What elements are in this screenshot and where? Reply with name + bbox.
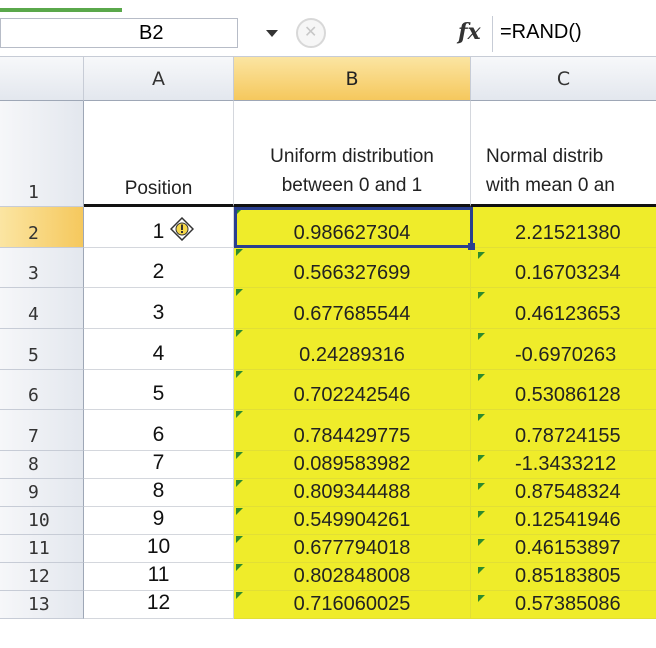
cell-b[interactable]: 0.784429775 xyxy=(234,410,471,451)
name-box[interactable]: B2 xyxy=(0,18,238,48)
row-header[interactable]: 10 xyxy=(0,507,84,535)
row-header[interactable]: 8 xyxy=(0,451,84,479)
cell-c[interactable]: -1.3433212 xyxy=(471,451,656,479)
error-triangle-icon xyxy=(478,292,485,299)
row-header[interactable]: 9 xyxy=(0,479,84,507)
error-triangle-icon xyxy=(236,536,243,543)
formula-input[interactable]: =RAND() xyxy=(500,21,582,44)
formula-bar: B2 ✕ fx =RAND() xyxy=(0,12,656,57)
row-header[interactable]: 11 xyxy=(0,535,84,563)
cell-c[interactable]: 0.12541946 xyxy=(471,507,656,535)
insert-function-button[interactable]: fx xyxy=(458,19,481,45)
cell-c[interactable]: 0.46123653 xyxy=(471,288,656,329)
cell-b[interactable]: 0.986627304 xyxy=(234,207,471,248)
column-header-b[interactable]: B xyxy=(234,57,471,101)
error-triangle-icon xyxy=(236,289,243,296)
column-header-c[interactable]: C xyxy=(471,57,656,101)
row-header[interactable]: 3 xyxy=(0,248,84,288)
warning-diamond-icon[interactable] xyxy=(170,217,194,241)
cell-a[interactable]: 5 xyxy=(84,370,234,410)
cell-b[interactable]: 0.716060025 xyxy=(234,591,471,619)
error-triangle-icon xyxy=(236,330,243,337)
row-header[interactable]: 7 xyxy=(0,410,84,451)
cell-a[interactable]: 11 xyxy=(84,563,234,591)
error-triangle-icon xyxy=(236,480,243,487)
error-triangle-icon xyxy=(236,411,243,418)
error-triangle-icon xyxy=(236,452,243,459)
row-header[interactable]: 2 xyxy=(0,207,84,248)
cell-a[interactable]: 6 xyxy=(84,410,234,451)
column-header-a[interactable]: A xyxy=(84,57,234,101)
error-triangle-icon xyxy=(236,208,243,215)
cell-b[interactable]: 0.677794018 xyxy=(234,535,471,563)
cell-b[interactable]: 0.24289316 xyxy=(234,329,471,370)
error-triangle-icon xyxy=(478,252,485,259)
error-triangle-icon xyxy=(478,483,485,490)
worksheet-grid: A B C 1 Position Uniform distribution be… xyxy=(0,57,656,648)
cell-a[interactable]: 1 xyxy=(84,207,234,248)
ribbon-edge xyxy=(0,0,656,12)
name-box-value: B2 xyxy=(139,22,164,44)
cell-c[interactable]: 0.87548324 xyxy=(471,479,656,507)
error-triangle-icon xyxy=(236,508,243,515)
row-header[interactable]: 6 xyxy=(0,370,84,410)
error-triangle-icon xyxy=(236,592,243,599)
cell-b[interactable]: 0.566327699 xyxy=(234,248,471,288)
fill-handle[interactable] xyxy=(468,243,475,250)
cell-b[interactable]: 0.549904261 xyxy=(234,507,471,535)
error-triangle-icon xyxy=(478,414,485,421)
cell-b1-line1: Uniform distribution xyxy=(270,146,434,167)
error-triangle-icon xyxy=(478,539,485,546)
error-triangle-icon xyxy=(236,371,243,378)
cancel-circle-icon[interactable]: ✕ xyxy=(296,18,326,48)
cell-c[interactable]: 0.85183805 xyxy=(471,563,656,591)
cell-c1-line2: with mean 0 an xyxy=(486,175,615,196)
cell-c[interactable]: 0.16703234 xyxy=(471,248,656,288)
error-triangle-icon xyxy=(478,374,485,381)
error-triangle-icon xyxy=(478,333,485,340)
cell-b[interactable]: 0.702242546 xyxy=(234,370,471,410)
cell-a1[interactable]: Position xyxy=(84,101,234,207)
cell-c1-line1: Normal distrib xyxy=(486,146,604,167)
cell-c[interactable]: 0.53086128 xyxy=(471,370,656,410)
formula-bar-divider xyxy=(492,16,493,52)
cell-c1[interactable]: Normal distrib with mean 0 an xyxy=(471,101,656,207)
error-triangle-icon xyxy=(236,249,243,256)
cell-c[interactable]: 2.21521380 xyxy=(471,207,656,248)
cell-c[interactable]: -0.6970263 xyxy=(471,329,656,370)
cell-a[interactable]: 10 xyxy=(84,535,234,563)
error-triangle-icon xyxy=(236,564,243,571)
error-triangle-icon xyxy=(478,511,485,518)
cell-b1[interactable]: Uniform distribution between 0 and 1 xyxy=(234,101,471,207)
error-triangle-icon xyxy=(478,455,485,462)
row-header-1[interactable]: 1 xyxy=(0,101,84,207)
error-triangle-icon xyxy=(478,595,485,602)
cell-a[interactable]: 8 xyxy=(84,479,234,507)
row-header[interactable]: 4 xyxy=(0,288,84,329)
cell-a[interactable]: 2 xyxy=(84,248,234,288)
cell-a[interactable]: 9 xyxy=(84,507,234,535)
row-header[interactable]: 13 xyxy=(0,591,84,619)
cell-b[interactable]: 0.802848008 xyxy=(234,563,471,591)
cell-a[interactable]: 4 xyxy=(84,329,234,370)
cell-a[interactable]: 3 xyxy=(84,288,234,329)
cell-b1-line2: between 0 and 1 xyxy=(281,175,423,196)
chevron-down-icon[interactable] xyxy=(266,30,278,37)
cell-a[interactable]: 12 xyxy=(84,591,234,619)
row-header[interactable]: 12 xyxy=(0,563,84,591)
cell-b[interactable]: 0.677685544 xyxy=(234,288,471,329)
cell-b[interactable]: 0.809344488 xyxy=(234,479,471,507)
cell-c[interactable]: 0.78724155 xyxy=(471,410,656,451)
cell-b[interactable]: 0.089583982 xyxy=(234,451,471,479)
cell-c[interactable]: 0.57385086 xyxy=(471,591,656,619)
error-triangle-icon xyxy=(478,567,485,574)
cell-a1-text: Position xyxy=(124,178,193,199)
row-header[interactable]: 5 xyxy=(0,329,84,370)
select-all-corner[interactable] xyxy=(0,57,84,101)
cell-a[interactable]: 7 xyxy=(84,451,234,479)
cell-c[interactable]: 0.46153897 xyxy=(471,535,656,563)
